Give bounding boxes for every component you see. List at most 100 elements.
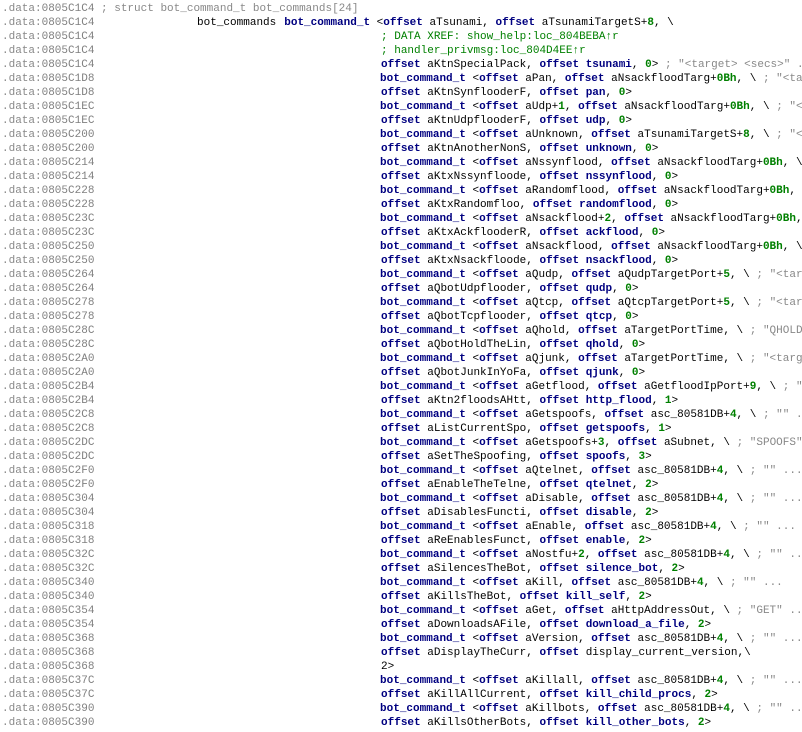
address: 0805C1C4 xyxy=(42,31,95,43)
address: 0805C2B4 xyxy=(42,395,95,407)
segment-label: .data: xyxy=(2,59,42,71)
segment-label: .data: xyxy=(2,451,42,463)
address: 0805C390 xyxy=(42,703,95,715)
line-comment: ; "<target> <port> <time> < xyxy=(756,269,802,281)
code-line: .data:0805C1C4 bot_commandsbot_command_t… xyxy=(2,16,800,30)
address: 0805C1C4 xyxy=(42,17,95,29)
segment-label: .data: xyxy=(2,255,42,267)
code-line: .data:0805C368 offset aDisplayTheCurr, o… xyxy=(2,646,800,660)
address: 0805C250 xyxy=(42,241,95,253)
segment-label: .data: xyxy=(2,157,42,169)
code-text: bot_command_t <offset aNssynflood, offse… xyxy=(380,157,802,169)
address: 0805C228 xyxy=(42,199,95,211)
segment-label: .data: xyxy=(2,325,42,337)
code-line: .data:0805C28C offset aQbotHoldTheLin, o… xyxy=(2,338,800,352)
code-text: bot_command_t <offset aGetspoofs+3, offs… xyxy=(380,437,730,449)
code-text: offset aKtn2floodsAHtt, offset http_floo… xyxy=(381,395,678,407)
segment-label: .data: xyxy=(2,605,42,617)
segment-label: .data: xyxy=(2,549,42,561)
code-text: bot_command_t <offset aVersion, offset a… xyxy=(380,633,743,645)
segment-label: .data: xyxy=(2,689,42,701)
address: 0805C250 xyxy=(42,255,95,267)
code-line: .data:0805C214 bot_command_t <offset aNs… xyxy=(2,156,800,170)
address: 0805C304 xyxy=(42,493,95,505)
code-text: offset aKtxRandomfloo, offset randomfloo… xyxy=(381,199,678,211)
code-line: .data:0805C1EC bot_command_t <offset aUd… xyxy=(2,100,800,114)
segment-label: .data: xyxy=(2,73,42,85)
line-comment: ; "QHOLD" ... xyxy=(750,325,802,337)
code-line: .data:0805C1D8 bot_command_t <offset aPa… xyxy=(2,72,800,86)
code-text: bot_command_t <offset aPan, offset aNsac… xyxy=(380,73,756,85)
code-line: .data:0805C390 offset aKillsOtherBots, o… xyxy=(2,716,800,730)
code-line: .data:0805C1C4 ; handler_privmsg:loc_804… xyxy=(2,44,800,58)
segment-label: .data: xyxy=(2,87,42,99)
address: 0805C354 xyxy=(42,605,95,617)
address: 0805C2DC xyxy=(42,437,95,449)
segment-label: .data: xyxy=(2,647,42,659)
line-comment: ; "<target> <port> <time> < xyxy=(756,297,802,309)
code-text: offset aQbotUdpflooder, offset qudp, 0> xyxy=(381,283,638,295)
symbol-name: bot_commands xyxy=(197,17,276,29)
code-line: .data:0805C2DC bot_command_t <offset aGe… xyxy=(2,436,800,450)
code-line: .data:0805C32C bot_command_t <offset aNo… xyxy=(2,548,800,562)
line-comment: ; "" ... xyxy=(756,549,802,561)
code-line: .data:0805C250 bot_command_t <offset aNs… xyxy=(2,240,800,254)
code-text: offset aQbotTcpflooder, offset qtcp, 0> xyxy=(381,311,638,323)
xref-comment: ; DATA XREF: show_help:loc_804BEBA↑r xyxy=(381,31,619,43)
address: 0805C368 xyxy=(42,633,95,645)
address: 0805C390 xyxy=(42,717,95,729)
address: 0805C354 xyxy=(42,619,95,631)
segment-label: .data: xyxy=(2,129,42,141)
segment-label: .data: xyxy=(2,381,42,393)
line-comment: ; "<target> <secs>" ... xyxy=(776,129,802,141)
code-line: .data:0805C1C4 offset aKtnSpecialPack, o… xyxy=(2,58,800,72)
code-line: .data:0805C368 2> xyxy=(2,660,800,674)
code-text: offset aReEnablesFunct, offset enable, 2… xyxy=(381,535,652,547)
segment-label: .data: xyxy=(2,465,42,477)
code-text: offset aListCurrentSpo, offset getspoofs… xyxy=(381,423,672,435)
code-line: .data:0805C2C8 offset aListCurrentSpo, o… xyxy=(2,422,800,436)
address: 0805C2F0 xyxy=(42,465,95,477)
address: 0805C318 xyxy=(42,535,95,547)
code-line: .data:0805C32C offset aSilencesTheBot, o… xyxy=(2,562,800,576)
code-line: .data:0805C278 bot_command_t <offset aQt… xyxy=(2,296,800,310)
code-text: bot_command_t <offset aEnable, offset as… xyxy=(380,521,737,533)
code-line: .data:0805C228 bot_command_t <offset aRa… xyxy=(2,184,800,198)
segment-label: .data: xyxy=(2,17,42,29)
address: 0805C1D8 xyxy=(42,87,95,99)
address: 0805C37C xyxy=(42,675,95,687)
code-line: .data:0805C318 bot_command_t <offset aEn… xyxy=(2,520,800,534)
code-line: .data:0805C200 bot_command_t <offset aUn… xyxy=(2,128,800,142)
code-text: offset aDisplayTheCurr, offset display_c… xyxy=(381,647,751,659)
segment-label: .data: xyxy=(2,619,42,631)
address: 0805C264 xyxy=(42,283,95,295)
code-text: offset aEnableTheTelne, offset qtelnet, … xyxy=(381,479,658,491)
segment-label: .data: xyxy=(2,521,42,533)
code-line: .data:0805C354 bot_command_t <offset aGe… xyxy=(2,604,800,618)
address: 0805C2C8 xyxy=(42,409,95,421)
line-comment: ; "<target> <secs>" ... xyxy=(665,59,802,71)
segment-label: .data: xyxy=(2,437,42,449)
code-text: offset aQbotHoldTheLin, offset qhold, 0> xyxy=(381,339,645,351)
address: 0805C32C xyxy=(42,549,95,561)
line-comment: ; "" ... xyxy=(750,675,802,687)
segment-label: .data: xyxy=(2,367,42,379)
code-text: offset aKtxNsackfloode, offset nsackfloo… xyxy=(381,255,678,267)
code-line: .data:0805C304 bot_command_t <offset aDi… xyxy=(2,492,800,506)
address: 0805C340 xyxy=(42,577,95,589)
segment-label: .data: xyxy=(2,269,42,281)
address: 0805C1C4 xyxy=(42,59,95,71)
address: 0805C1D8 xyxy=(42,73,95,85)
line-comment: ; "" ... xyxy=(743,521,796,533)
address: 0805C200 xyxy=(42,143,95,155)
line-comment: ; "<target> <port> <sec xyxy=(776,101,802,113)
code-text: offset aKillsTheBot, offset kill_self, 2… xyxy=(381,591,652,603)
code-text: offset aKtnAnotherNonS, offset unknown, … xyxy=(381,143,658,155)
code-text: offset aQbotJunkInYoFa, offset qjunk, 0> xyxy=(381,367,645,379)
code-line: .data:0805C250 offset aKtxNsackfloode, o… xyxy=(2,254,800,268)
segment-label: .data: xyxy=(2,717,42,729)
address: 0805C2DC xyxy=(42,451,95,463)
segment-label: .data: xyxy=(2,675,42,687)
address: 0805C1C4 xyxy=(42,45,95,57)
address: 0805C2A0 xyxy=(42,353,95,365)
